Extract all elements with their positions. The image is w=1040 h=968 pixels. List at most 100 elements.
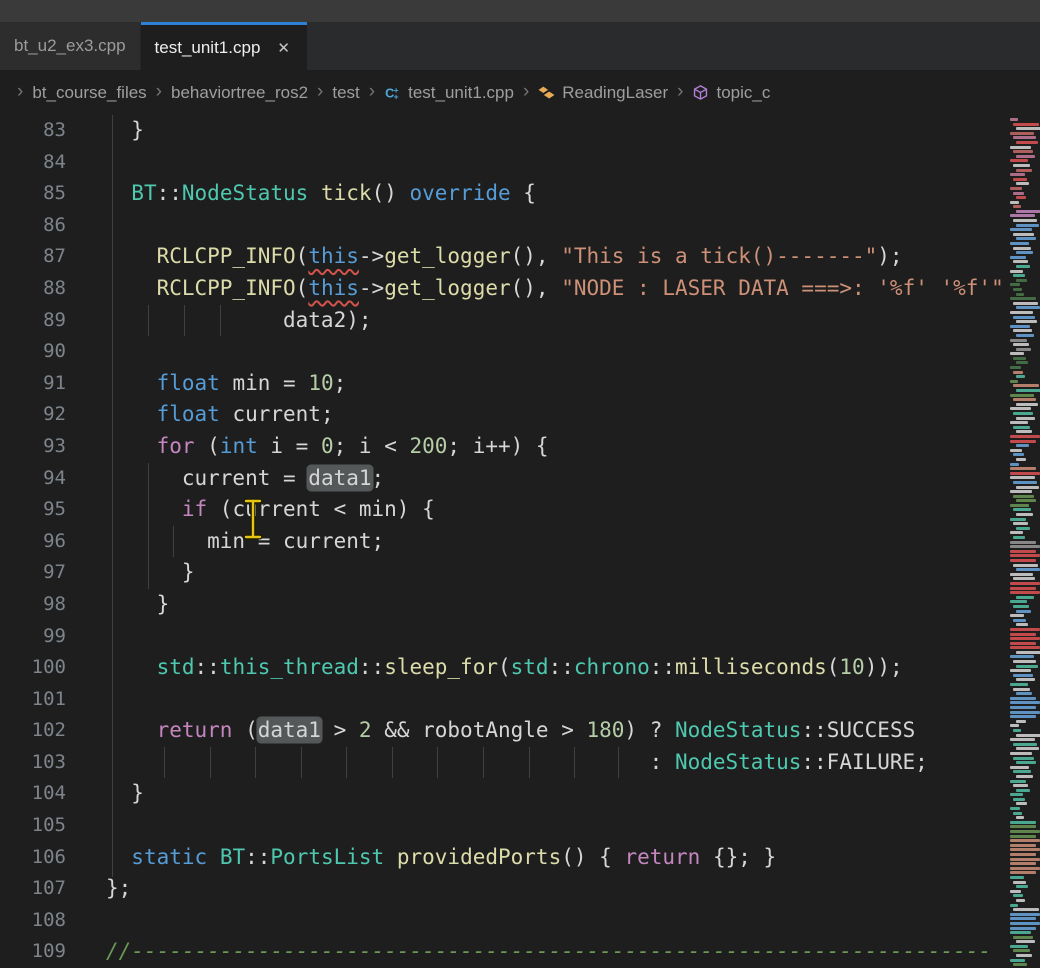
code-line[interactable]: 84 <box>0 147 1006 179</box>
minimap-code-mark <box>1010 766 1029 769</box>
code-token <box>106 402 157 426</box>
tab-bt_u2_ex3-cpp[interactable]: bt_u2_ex3.cpp <box>0 22 141 70</box>
minimap-code-mark <box>1010 683 1028 686</box>
code-text: //--------------------------------------… <box>106 936 991 968</box>
code-token: } <box>106 592 169 616</box>
code-line[interactable]: 104 } <box>0 778 1006 810</box>
minimap-code-mark <box>1013 357 1026 360</box>
minimap-row <box>1010 940 1040 943</box>
breadcrumb-item-ReadingLaser[interactable]: ReadingLaser <box>538 83 668 103</box>
minimap-row <box>1010 660 1040 663</box>
code-line[interactable]: 109//-----------------------------------… <box>0 936 1006 968</box>
minimap-code-mark <box>1010 518 1026 521</box>
minimap-row <box>1010 633 1040 636</box>
breadcrumb-item-test[interactable]: test <box>332 83 359 103</box>
code-line[interactable]: 94 current = data1; <box>0 463 1006 495</box>
code-line[interactable]: 93 for (int i = 0; i < 200; i++) { <box>0 431 1006 463</box>
breadcrumb-label: ReadingLaser <box>562 83 668 103</box>
minimap-code-mark <box>1010 913 1040 916</box>
code-token: //--------------------------------------… <box>106 939 991 963</box>
code-line[interactable]: 108 <box>0 905 1006 937</box>
code-line[interactable]: 89 data2); <box>0 305 1006 337</box>
code-text: for (int i = 0; i < 200; i++) { <box>106 431 549 463</box>
minimap-row <box>1010 596 1040 599</box>
code-token: ; <box>372 466 385 490</box>
chevron-right-icon: › <box>317 81 323 103</box>
code-line[interactable]: 97 } <box>0 557 1006 589</box>
minimap-code-mark <box>1010 715 1036 718</box>
minimap-code-mark <box>1013 729 1021 732</box>
code-token: } <box>106 781 144 805</box>
code-line[interactable]: 100 std::this_thread::sleep_for(std::chr… <box>0 652 1006 684</box>
minimap-code-mark <box>1013 508 1031 511</box>
code-text: RCLCPP_INFO(this->get_logger(), "NODE : … <box>106 273 1004 305</box>
code-line[interactable]: 83 } <box>0 115 1006 147</box>
code-line[interactable]: 95 if (current < min) { <box>0 494 1006 526</box>
minimap-row <box>1010 623 1040 626</box>
code-token: ::FAILURE; <box>801 750 927 774</box>
minimap[interactable] <box>1010 118 1040 968</box>
minimap-code-mark <box>1010 867 1040 870</box>
line-number: 86 <box>0 210 66 242</box>
minimap-row <box>1010 274 1040 277</box>
code-line[interactable]: 101 <box>0 684 1006 716</box>
minimap-row <box>1010 734 1040 737</box>
minimap-code-mark <box>1013 274 1025 277</box>
minimap-code-mark <box>1013 770 1031 773</box>
minimap-row <box>1010 123 1040 126</box>
code-line[interactable]: 90 <box>0 336 1006 368</box>
code-token: ( <box>296 244 309 268</box>
minimap-row <box>1010 867 1040 870</box>
minimap-row <box>1010 835 1040 838</box>
code-line[interactable]: 88 RCLCPP_INFO(this->get_logger(), "NODE… <box>0 273 1006 305</box>
minimap-row <box>1010 201 1040 204</box>
code-text: std::this_thread::sleep_for(std::chrono:… <box>106 652 903 684</box>
minimap-code-mark <box>1013 192 1024 195</box>
breadcrumb-item-bt_course_files[interactable]: bt_course_files <box>32 83 146 103</box>
code-line[interactable]: 92 float current; <box>0 399 1006 431</box>
code-token: ); <box>877 244 902 268</box>
minimap-code-mark <box>1013 302 1038 305</box>
code-token: (), <box>511 244 562 268</box>
minimap-code-mark <box>1016 747 1039 750</box>
minimap-row <box>1010 293 1040 296</box>
code-token: ; <box>334 371 347 395</box>
minimap-row <box>1010 270 1040 273</box>
minimap-code-mark <box>1010 706 1036 709</box>
line-number: 99 <box>0 621 66 653</box>
breadcrumb-item-topic_c[interactable]: topic_c <box>692 83 770 103</box>
minimap-code-mark <box>1013 288 1022 291</box>
breadcrumb-item-test_unit1-cpp[interactable]: C++test_unit1.cpp <box>384 83 514 103</box>
breadcrumb: ›bt_course_files›behaviortree_ros2›test›… <box>0 70 1040 115</box>
minimap-row <box>1010 366 1040 369</box>
breadcrumb-item-behaviortree_ros2[interactable]: behaviortree_ros2 <box>171 83 308 103</box>
minimap-row <box>1010 917 1040 920</box>
code-editor[interactable]: 83 }8485 BT::NodeStatus tick() override … <box>0 115 1040 968</box>
minimap-code-mark <box>1010 600 1027 603</box>
chevron-right-icon: › <box>17 81 23 103</box>
minimap-code-mark <box>1010 628 1040 631</box>
minimap-code-mark <box>1016 334 1034 337</box>
code-line[interactable]: 105 <box>0 810 1006 842</box>
tab-close-icon[interactable]: ✕ <box>274 37 293 59</box>
code-line[interactable]: 103 : NodeStatus::FAILURE; <box>0 747 1006 779</box>
code-line[interactable]: 87 RCLCPP_INFO(this->get_logger(), "This… <box>0 241 1006 273</box>
minimap-code-mark <box>1010 633 1036 636</box>
code-area[interactable]: 83 }8485 BT::NodeStatus tick() override … <box>0 115 1006 968</box>
code-line[interactable]: 85 BT::NodeStatus tick() override { <box>0 178 1006 210</box>
minimap-row <box>1010 316 1040 319</box>
code-line[interactable]: 86 <box>0 210 1006 242</box>
code-line[interactable]: 96 min = current; <box>0 526 1006 558</box>
code-token: )); <box>865 655 903 679</box>
code-line[interactable]: 102 return (data1 > 2 && robotAngle > 18… <box>0 715 1006 747</box>
minimap-code-mark <box>1010 490 1032 493</box>
code-line[interactable]: 106 static BT::PortsList providedPorts()… <box>0 842 1006 874</box>
code-line[interactable]: 98 } <box>0 589 1006 621</box>
code-token: :: <box>195 655 220 679</box>
tab-test_unit1-cpp[interactable]: test_unit1.cpp✕ <box>141 22 307 70</box>
minimap-code-mark <box>1013 164 1030 167</box>
code-token: sleep_for <box>384 655 498 679</box>
code-line[interactable]: 107}; <box>0 873 1006 905</box>
code-line[interactable]: 99 <box>0 621 1006 653</box>
code-line[interactable]: 91 float min = 10; <box>0 368 1006 400</box>
